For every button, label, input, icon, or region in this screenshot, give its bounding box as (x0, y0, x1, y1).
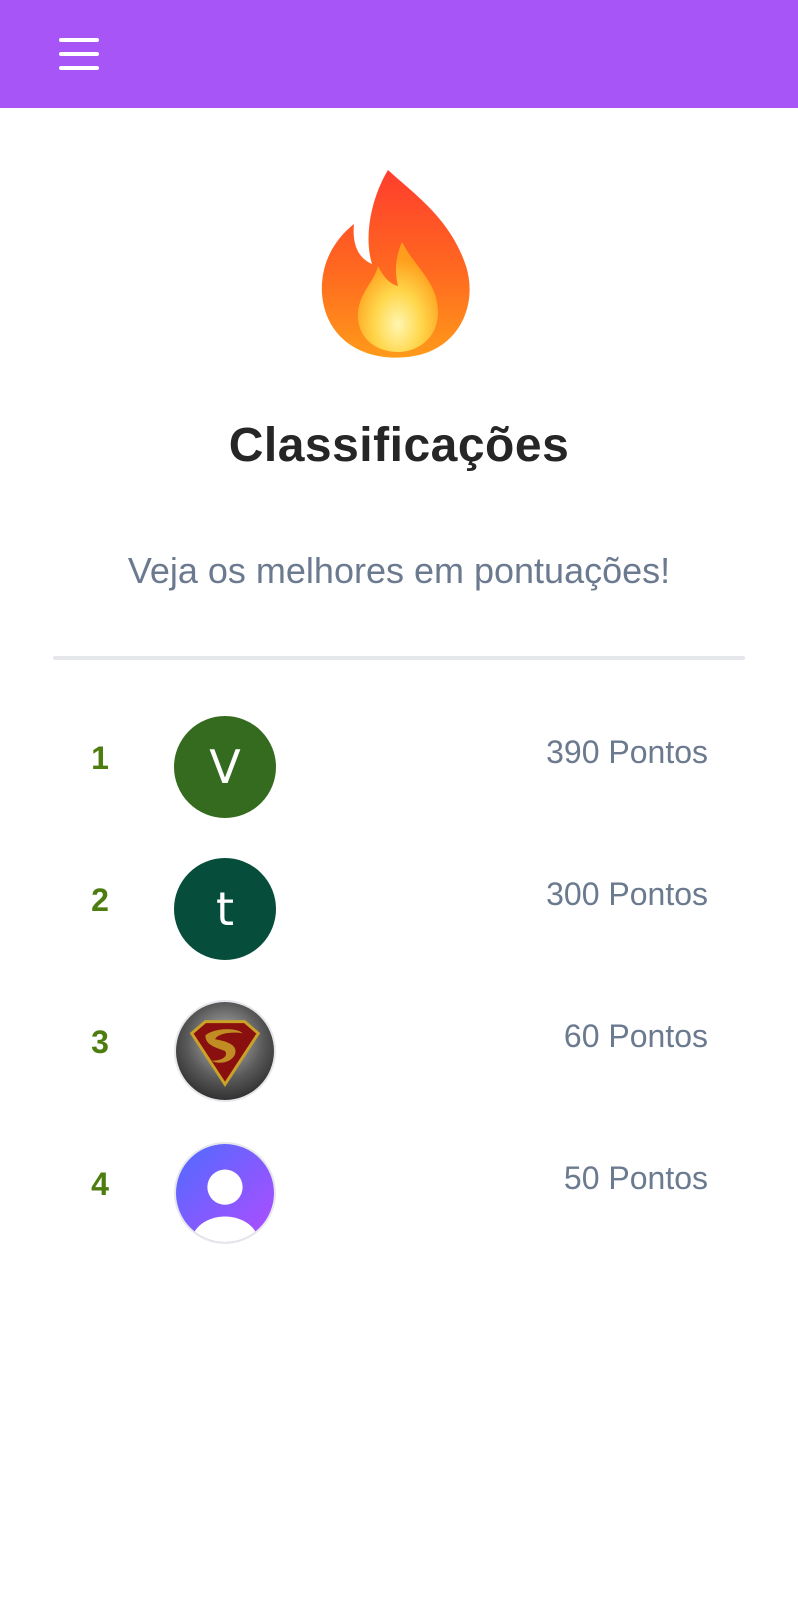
menu-line (59, 38, 99, 42)
ranking-row[interactable]: 2 t 300 Pontos (0, 842, 798, 984)
avatar: V (174, 716, 276, 818)
ranking-list: 1 V 390 Pontos 2 t 300 Pontos 3 60 Ponto… (0, 700, 798, 1268)
page-subtitle: Veja os melhores em pontuações! (127, 550, 671, 591)
ranking-row[interactable]: 1 V 390 Pontos (0, 700, 798, 842)
rank-points: 300 Pontos (546, 876, 708, 912)
hamburger-menu-icon[interactable] (52, 30, 104, 78)
rank-position: 4 (91, 1166, 109, 1202)
rank-points: 50 Pontos (563, 1160, 708, 1196)
fire-icon (318, 166, 476, 360)
rank-position: 1 (91, 740, 109, 776)
rank-position: 3 (91, 1024, 109, 1060)
menu-line (59, 66, 99, 70)
divider (53, 656, 745, 660)
ranking-row[interactable]: 4 50 Pontos (0, 1126, 798, 1268)
page-title: Classificações (228, 419, 570, 472)
menu-line (59, 52, 99, 56)
ranking-row[interactable]: 3 60 Pontos (0, 984, 798, 1126)
superman-emblem-icon (174, 1000, 276, 1102)
default-user-icon (174, 1142, 276, 1244)
top-app-bar (0, 0, 798, 108)
rank-points: 60 Pontos (563, 1018, 708, 1054)
avatar: t (174, 858, 276, 960)
rank-position: 2 (91, 882, 109, 918)
rank-points: 390 Pontos (546, 734, 708, 770)
